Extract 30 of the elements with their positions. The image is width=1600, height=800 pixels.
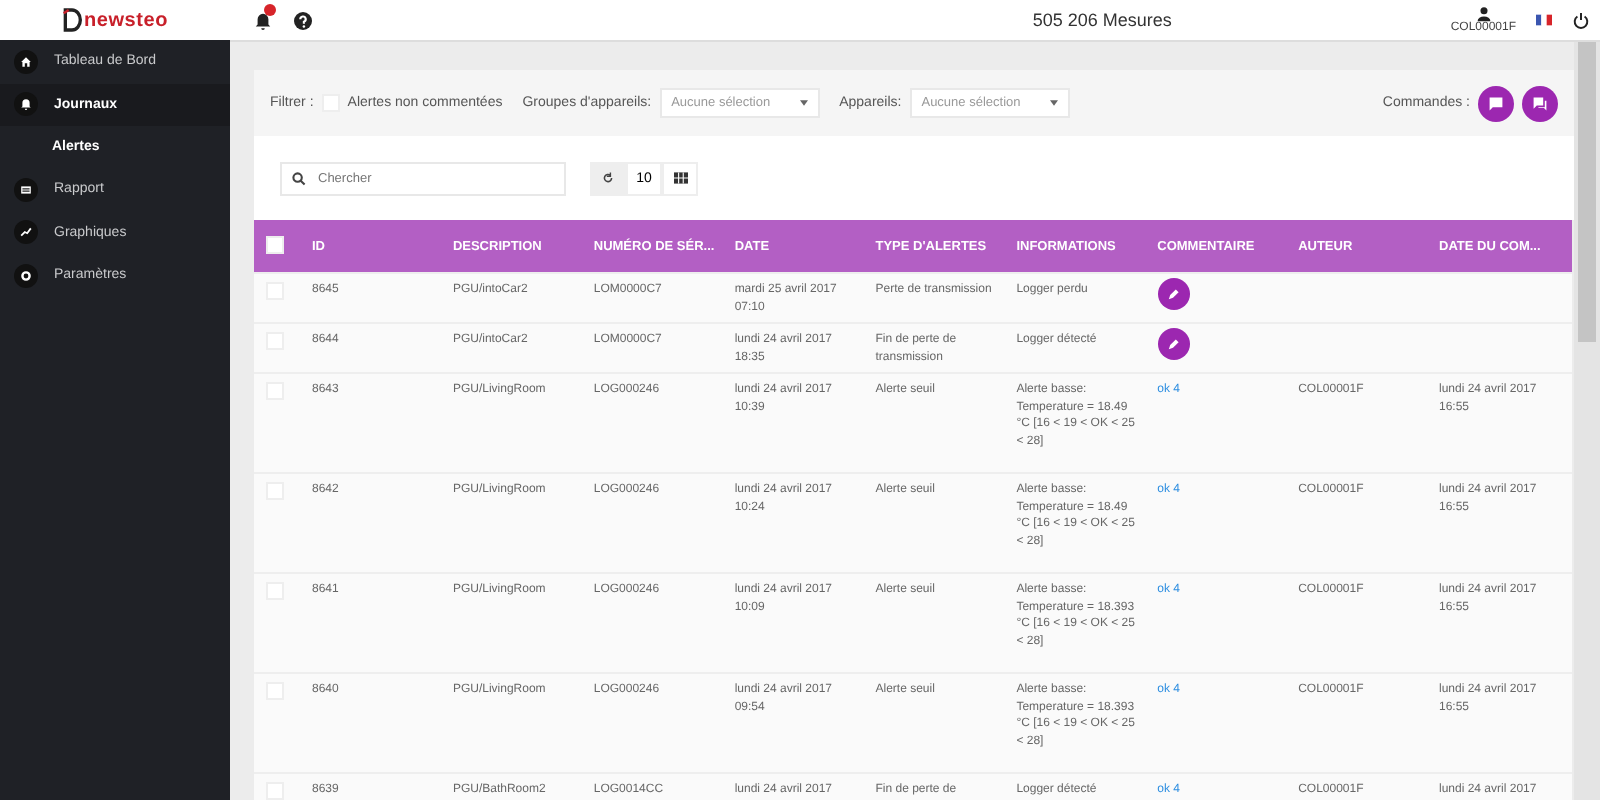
pencil-icon	[1166, 287, 1181, 301]
help-icon[interactable]	[294, 11, 312, 29]
grid-icon	[673, 172, 687, 184]
flag-icon[interactable]	[1536, 14, 1552, 26]
comment-button[interactable]	[1478, 85, 1514, 121]
bell-icon	[20, 98, 32, 111]
edit-comment-button[interactable]	[1157, 278, 1190, 310]
power-icon[interactable]	[1572, 11, 1590, 29]
pencil-icon	[1166, 337, 1181, 351]
refresh-icon	[602, 172, 614, 184]
notification-badge-icon	[264, 3, 276, 15]
caret-icon	[1049, 100, 1058, 106]
line-chart-icon	[20, 226, 32, 239]
refresh-button[interactable]	[590, 161, 626, 195]
comment-icon	[1488, 95, 1504, 111]
user-icon[interactable]	[1475, 6, 1492, 22]
notification-bell-icon[interactable]	[254, 11, 272, 29]
select-all-checkbox[interactable]	[266, 235, 284, 253]
settings-icon	[20, 269, 32, 282]
caret-icon	[799, 100, 808, 106]
logo-mark-icon	[61, 8, 82, 32]
measures-count: 505 206 Mesures	[1030, 10, 1174, 30]
scrollbar[interactable]	[1574, 42, 1600, 800]
comments-button[interactable]	[1522, 85, 1558, 121]
document-icon	[20, 183, 32, 196]
home-icon	[20, 55, 32, 68]
edit-comment-button[interactable]	[1157, 328, 1190, 360]
comments-icon	[1532, 95, 1548, 111]
columns-button[interactable]	[662, 161, 698, 195]
logo-text: newsteo	[83, 9, 169, 31]
